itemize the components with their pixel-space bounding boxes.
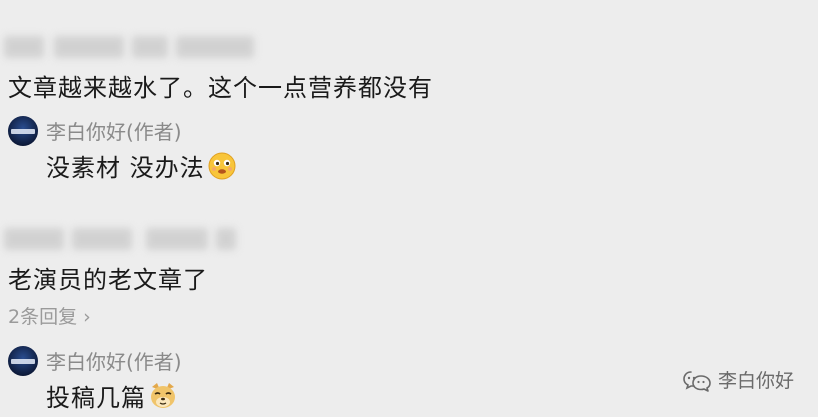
doge-icon [151,382,175,408]
avatar[interactable] [8,346,38,376]
blurred-username [4,228,244,250]
more-replies-label: 2条回复 [8,306,78,328]
reply-text-content: 投稿几篇 [46,384,146,412]
more-replies-link[interactable]: 2条回复 › [8,302,91,329]
comment-text: 文章越来越水了。这个一点营养都没有 [8,74,433,102]
reply-text: 投稿几篇 [46,378,178,413]
chevron-right-icon: › [77,306,91,328]
comment-text: 老演员的老文章了 [8,266,208,294]
wechat-watermark: 李白你好 [682,366,794,393]
avatar[interactable] [8,116,38,146]
wechat-channel-icon [683,370,711,392]
reply-text-content: 没素材 没办法 [46,154,205,182]
reply-text: 没素材 没办法 [46,148,237,183]
watermark-name: 李白你好 [717,370,794,392]
reply-author-name: 李白你好(作者) [46,350,182,374]
blurred-username [4,36,264,58]
reply-author-name: 李白你好(作者) [46,120,182,144]
smiling-face-icon [208,152,236,179]
